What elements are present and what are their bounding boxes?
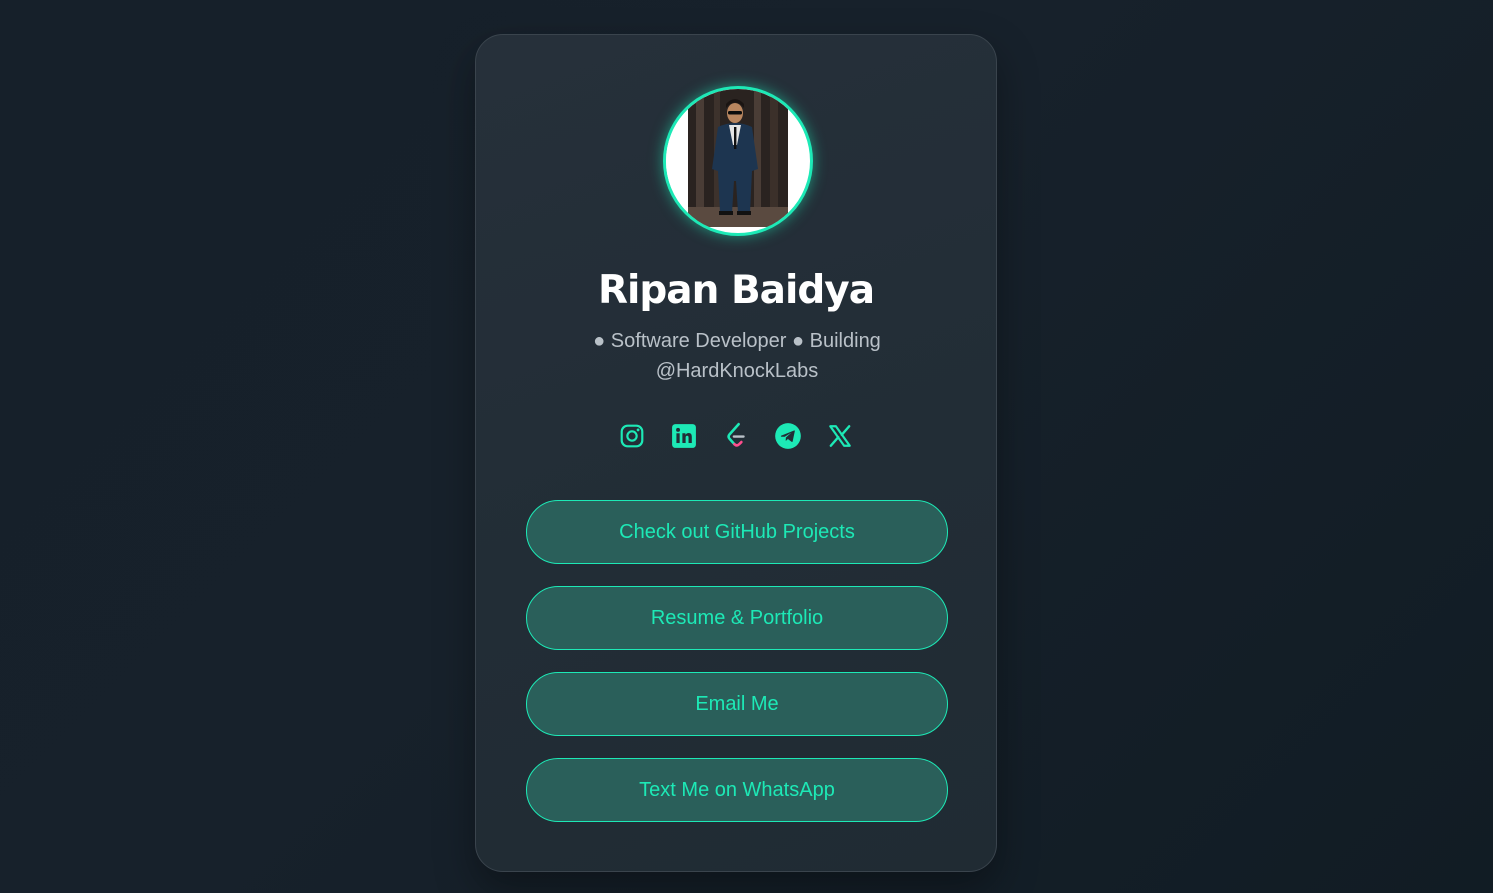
telegram-link[interactable] bbox=[762, 420, 814, 452]
github-projects-label: Check out GitHub Projects bbox=[619, 520, 855, 543]
instagram-icon bbox=[620, 424, 644, 448]
telegram-icon bbox=[775, 423, 801, 449]
leetcode-icon bbox=[727, 422, 745, 447]
email-label: Email Me bbox=[695, 692, 779, 715]
profile-card: Ripan Baidya ● Software Developer ● Buil… bbox=[475, 34, 997, 872]
resume-portfolio-button[interactable]: Resume & Portfolio bbox=[526, 586, 948, 650]
avatar bbox=[663, 86, 813, 236]
leetcode-link[interactable] bbox=[710, 420, 762, 452]
profile-bio: ● Software Developer ● Building @HardKno… bbox=[593, 330, 881, 382]
resume-portfolio-label: Resume & Portfolio bbox=[650, 606, 824, 629]
email-button[interactable]: Email Me bbox=[526, 672, 948, 736]
instagram-link[interactable] bbox=[606, 420, 658, 452]
linkedin-icon bbox=[672, 424, 696, 448]
whatsapp-button[interactable]: Text Me on WhatsApp bbox=[526, 758, 948, 822]
social-links bbox=[476, 420, 996, 452]
github-projects-button[interactable]: Check out GitHub Projects bbox=[526, 500, 948, 564]
x-icon bbox=[829, 425, 851, 447]
profile-name: Ripan Baidya bbox=[597, 268, 875, 313]
linkedin-link[interactable] bbox=[658, 420, 710, 452]
x-link[interactable] bbox=[814, 420, 866, 452]
whatsapp-label: Text Me on WhatsApp bbox=[639, 778, 835, 801]
avatar-photo bbox=[666, 89, 804, 227]
